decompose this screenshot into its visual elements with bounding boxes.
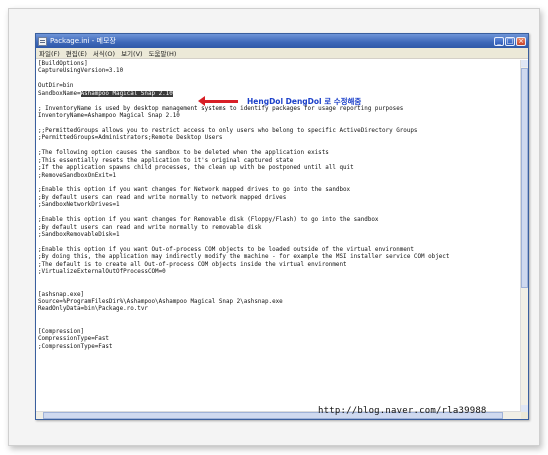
sandbox-name-key: SandboxName= — [38, 90, 81, 97]
text-line: ;The following option causes the sandbox… — [38, 150, 329, 157]
notepad-window: Package.ini - 메모장 _ □ × 파일(F) 편집(E) 서식(O… — [35, 33, 529, 420]
text-line: [ashsnap.exe] — [38, 291, 85, 298]
text-line: CaptureUsingVersion=3.10 — [38, 68, 124, 75]
text-editor[interactable]: [BuildOptions] CaptureUsingVersion=3.10 Ou… — [36, 60, 521, 412]
text-line: ;RemoveSandboxOnExit=1 — [38, 172, 117, 179]
text-line: [Compression] — [38, 328, 85, 335]
window-title: Package.ini - 메모장 — [50, 37, 116, 45]
maximize-button[interactable]: □ — [505, 36, 515, 46]
notepad-icon — [38, 36, 47, 46]
selected-text[interactable]: Ashampoo Magical Snap 2.10 — [80, 90, 173, 97]
text-line: ;SandboxNetworkDrives=1 — [38, 202, 120, 209]
scroll-up-button[interactable] — [521, 60, 528, 67]
blog-watermark: http://blog.naver.com/rla39988 — [318, 406, 487, 416]
text-line: ;By default users can read and write nor… — [38, 224, 262, 231]
red-arrow-icon — [198, 96, 238, 106]
text-line: ;By doing this, the application may indi… — [38, 254, 450, 261]
text-line — [38, 76, 519, 83]
title-bar[interactable]: Package.ini - 메모장 _ □ × — [36, 34, 528, 48]
text-line: ;VirtualizeExternalOutOfProcessCOM=0 — [38, 269, 166, 276]
text-line: ;SandboxRemovableDisk=1 — [38, 232, 120, 239]
screenshot-frame: Package.ini - 메모장 _ □ × 파일(F) 편집(E) 서식(O… — [8, 8, 540, 446]
text-line — [38, 143, 519, 150]
text-line: InventoryName=Ashampoo Magical Snap 2.10 — [38, 113, 180, 120]
text-line: ReadOnlyData=bin\Package.ro.tvr — [38, 306, 148, 313]
close-button[interactable]: × — [516, 36, 526, 46]
menu-help[interactable]: 도움말(H) — [149, 48, 177, 58]
text-line: ;If the application spawns child process… — [38, 165, 354, 172]
text-line: ;CompressionType=Fast — [38, 343, 113, 350]
menu-edit[interactable]: 편집(E) — [66, 48, 87, 58]
scrollbar-corner — [521, 412, 528, 419]
menu-file[interactable]: 파일(F) — [39, 48, 60, 58]
text-line — [38, 284, 519, 291]
vertical-scroll-thumb[interactable] — [521, 68, 528, 288]
text-line: ;;PermittedGroups allows you to restrict… — [38, 127, 418, 134]
text-line: ;The default is to create all Out-of-pro… — [38, 261, 347, 268]
menu-format[interactable]: 서식(O) — [93, 48, 115, 58]
text-line: ;By default users can read and write nor… — [38, 194, 287, 201]
minimize-button[interactable]: _ — [494, 36, 504, 46]
vertical-scrollbar[interactable] — [520, 60, 528, 412]
menu-view[interactable]: 보기(V) — [121, 48, 142, 58]
text-line: ;PermittedGroups=Administrators;Remote D… — [38, 135, 223, 142]
text-line — [38, 210, 519, 217]
text-line: Source=%ProgramFilesDir%\Ashampoo\Ashamp… — [38, 299, 283, 305]
text-line: ;Enable this option if you want changes … — [38, 217, 379, 224]
text-line — [38, 321, 519, 328]
text-line — [38, 180, 519, 187]
text-line — [38, 277, 519, 284]
text-line: [BuildOptions] — [38, 61, 88, 67]
menu-bar: 파일(F) 편집(E) 서식(O) 보기(V) 도움말(H) — [36, 48, 528, 59]
text-line: ;Enable this option if you want Out-of-p… — [38, 246, 414, 253]
text-line: ;Enable this option if you want changes … — [38, 187, 351, 194]
text-line: ;This essentially resets the application… — [38, 157, 294, 164]
text-line — [38, 121, 519, 128]
annotation-text: HengDol DengDol 로 수정해줌 — [247, 97, 362, 106]
text-line — [38, 314, 519, 321]
text-line — [38, 240, 519, 247]
text-line: CompressionType=Fast — [38, 336, 109, 343]
text-line: OutDir=bin — [38, 83, 74, 90]
edit-annotation: HengDol DengDol 로 수정해줌 — [198, 96, 362, 107]
scroll-down-button[interactable] — [521, 405, 528, 412]
